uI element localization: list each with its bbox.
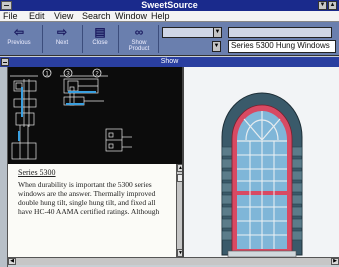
book-icon: ▤ xyxy=(94,25,106,39)
next-button[interactable]: ⇨ Next xyxy=(47,23,77,54)
toolbar: ⇦ Previous ⇨ Next ▤ Close ∞ Show Product… xyxy=(0,22,339,56)
show-product-label: Show Product xyxy=(128,40,150,52)
detail-drawing-pane: 1 3 2 xyxy=(8,67,182,164)
maximize-icon[interactable]: ▲ xyxy=(328,1,337,10)
next-label: Next xyxy=(55,40,69,46)
previous-label: Previous xyxy=(7,40,31,46)
scroll-right-icon[interactable]: ▶ xyxy=(331,258,339,265)
product-image-pane xyxy=(184,67,339,258)
menu-view[interactable]: View xyxy=(54,11,73,22)
scroll-left-icon[interactable]: ◀ xyxy=(8,258,16,265)
close-label: Close xyxy=(92,40,108,46)
arched-window-image xyxy=(221,92,303,258)
toolbar-separator xyxy=(118,25,119,53)
window-section-drawing: 1 3 2 xyxy=(10,68,132,160)
show-window-title-bar: Show xyxy=(0,57,339,67)
show-window-title: Show xyxy=(160,58,179,65)
menu-edit[interactable]: Edit xyxy=(29,11,45,22)
toolbar-separator xyxy=(82,25,83,53)
previous-button[interactable]: ⇦ Previous xyxy=(4,23,34,54)
app-title-bar: SweetSource ▼ ▲ xyxy=(0,0,339,11)
system-menu-icon[interactable] xyxy=(1,1,12,10)
product-body-text: When durability is important the 5300 se… xyxy=(18,180,160,216)
section-combo[interactable] xyxy=(228,27,332,38)
product-description: Series 5300 When durability is important… xyxy=(8,164,176,257)
menu-file[interactable]: File xyxy=(3,11,18,22)
app-title: SweetSource xyxy=(141,0,198,10)
minimize-icon[interactable]: ▼ xyxy=(318,1,327,10)
menu-search[interactable]: Search xyxy=(82,11,111,22)
show-system-menu-icon[interactable] xyxy=(1,58,9,66)
product-dropdown-icon[interactable]: ▼ xyxy=(212,41,221,52)
toolbar-separator xyxy=(42,25,43,53)
product-heading[interactable]: Series 5300 xyxy=(18,168,170,177)
horizontal-scrollbar[interactable]: ◀ ▶ xyxy=(8,257,339,265)
binoculars-icon: ∞ xyxy=(134,25,144,39)
product-selector[interactable]: Series 5300 Hung Windows xyxy=(228,40,336,53)
show-product-button[interactable]: ∞ Show Product xyxy=(122,23,156,54)
close-button[interactable]: ▤ Close xyxy=(85,23,115,54)
category-combo[interactable] xyxy=(162,27,214,38)
menu-window[interactable]: Window xyxy=(115,11,147,22)
left-gutter xyxy=(0,67,8,267)
menu-bar: File Edit View Search Window Help xyxy=(0,11,339,22)
left-arrow-icon: ⇦ xyxy=(13,25,25,39)
category-dropdown-icon[interactable]: ▼ xyxy=(213,27,222,38)
right-arrow-icon: ⇨ xyxy=(56,25,68,39)
menu-help[interactable]: Help xyxy=(151,11,170,22)
toolbar-separator xyxy=(158,25,159,53)
